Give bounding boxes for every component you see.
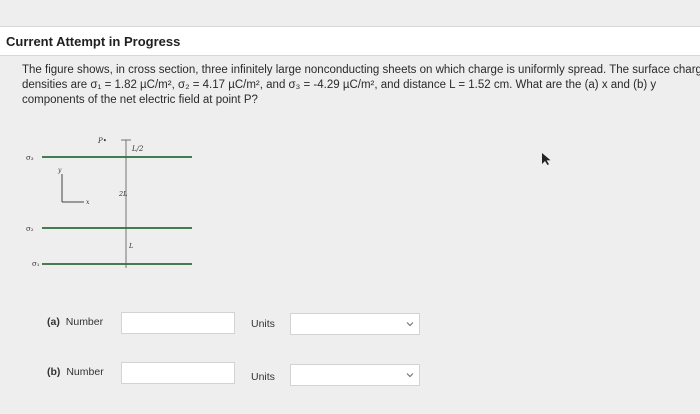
chevron-down-icon [406, 373, 414, 378]
answer-b-units-label: Units [251, 371, 275, 383]
question-line-1: The figure shows, in cross section, thre… [22, 64, 700, 76]
question-text: The figure shows, in cross section, thre… [22, 63, 700, 108]
answer-b-units-select[interactable] [290, 364, 420, 386]
question-line-3: components of the net electric field at … [22, 94, 258, 106]
label-mid-distance: 2L [118, 190, 127, 198]
answer-a-units-label: Units [251, 318, 275, 330]
answer-a-label: (a) Number [47, 316, 103, 328]
label-axis-y: y [57, 167, 62, 174]
label-sigma-3: σ₃ [26, 154, 34, 162]
answer-b-letter: (b) [47, 366, 61, 378]
answer-a-number-text: Number [65, 316, 104, 328]
page: Current Attempt in Progress The figure s… [0, 0, 700, 414]
answer-a-units-select[interactable] [290, 313, 420, 335]
answer-a-number-input[interactable] [121, 312, 235, 334]
label-sigma-1: σ₁ [32, 260, 40, 268]
attempt-heading: Current Attempt in Progress [0, 26, 700, 56]
answer-a-letter: (a) [47, 316, 60, 328]
answer-b-number-text: Number [66, 366, 104, 378]
mouse-cursor-icon [542, 153, 551, 165]
sheets-figure: P• L/2 2L L σ₃ σ₂ σ₁ y x [26, 137, 192, 268]
answer-b-label: (b) Number [47, 366, 104, 378]
label-sigma-2: σ₂ [26, 225, 34, 233]
answer-b-number-input[interactable] [121, 362, 235, 384]
label-axis-x: x [86, 199, 90, 206]
chevron-down-icon [406, 322, 414, 327]
label-bottom-distance: L [128, 242, 133, 250]
point-p-label: P• [97, 137, 107, 145]
label-top-distance: L/2 [131, 145, 144, 153]
question-line-2: densities are σ₁ = 1.82 µC/m², σ₂ = 4.17… [22, 79, 657, 91]
